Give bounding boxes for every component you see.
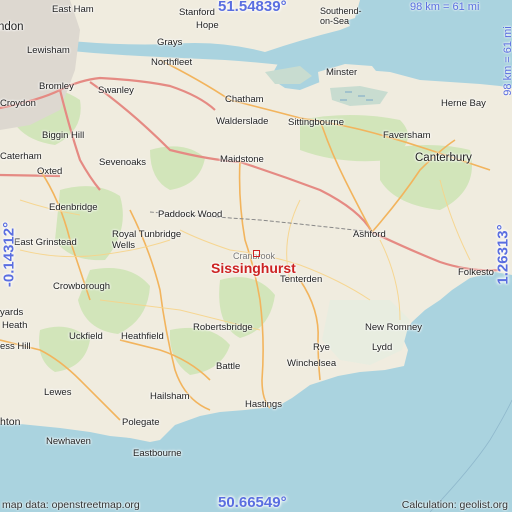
place-polegate: Polegate bbox=[122, 417, 160, 428]
scale-right-label: 98 km = 61 mi bbox=[502, 26, 512, 96]
target-place-label[interactable]: Sissinghurst bbox=[211, 260, 296, 276]
place-lewisham: Lewisham bbox=[27, 45, 70, 56]
latitude-top-label: 51.54839° bbox=[218, 0, 287, 15]
place-sittingbourne: Sittingbourne bbox=[288, 117, 344, 128]
place-oxted: Oxted bbox=[37, 166, 63, 177]
place-walderslade: Walderslade bbox=[216, 116, 269, 127]
place-hope: Hope bbox=[196, 20, 219, 31]
place-hastings: Hastings bbox=[245, 399, 282, 410]
place-burgess-hill: ess Hill bbox=[0, 341, 31, 352]
place-sevenoaks: Sevenoaks bbox=[99, 157, 147, 168]
place-folkestone: Folkesto bbox=[458, 267, 494, 278]
place-east-grinstead: East Grinstead bbox=[14, 237, 77, 248]
place-chatham: Chatham bbox=[225, 94, 264, 105]
scale-top-label: 98 km = 61 mi bbox=[410, 1, 480, 13]
place-grays: Grays bbox=[157, 37, 183, 48]
place-herne-bay: Herne Bay bbox=[441, 98, 486, 109]
place-winchelsea: Winchelsea bbox=[287, 358, 337, 369]
place-tenterden: Tenterden bbox=[280, 274, 323, 285]
location-marker-icon[interactable] bbox=[253, 250, 260, 257]
longitude-left-label: -0.14312° bbox=[0, 221, 18, 288]
place-edenbridge: Edenbridge bbox=[49, 202, 98, 213]
place-newhaven: Newhaven bbox=[46, 436, 91, 447]
place-lydd: Lydd bbox=[372, 342, 393, 353]
place-crowborough: Crowborough bbox=[53, 281, 111, 292]
place-ashford: Ashford bbox=[353, 229, 386, 240]
place-canterbury: Canterbury bbox=[415, 152, 472, 164]
place-caterham: Caterham bbox=[0, 151, 42, 162]
place-uckfield: Uckfield bbox=[69, 331, 103, 342]
place-battle: Battle bbox=[216, 361, 241, 372]
place-lewes: Lewes bbox=[44, 387, 72, 398]
longitude-right-label: 1.26313° bbox=[494, 224, 512, 285]
place-eastbourne: Eastbourne bbox=[133, 448, 182, 459]
place-northfleet: Northfleet bbox=[151, 57, 193, 68]
place-croydon: Croydon bbox=[0, 98, 36, 109]
place-faversham: Faversham bbox=[383, 130, 431, 141]
place-hailsham: Hailsham bbox=[150, 391, 190, 402]
place-royal-tunbridge-wells: Royal Tunbridge Wells bbox=[112, 229, 182, 251]
latitude-bottom-label: 50.66549° bbox=[218, 494, 287, 511]
place-stanford: Stanford bbox=[179, 7, 215, 18]
place-swanley: Swanley bbox=[98, 85, 134, 96]
map-viewport[interactable]: ndon East Ham Stanford Hope Southend- on… bbox=[0, 0, 512, 512]
place-maidstone: Maidstone bbox=[220, 154, 264, 165]
place-paddock-wood: Paddock Wood bbox=[158, 209, 223, 220]
place-minster: Minster bbox=[326, 67, 358, 78]
place-southend: Southend- on-Sea bbox=[320, 6, 362, 26]
place-rye: Rye bbox=[313, 342, 330, 353]
place-bromley: Bromley bbox=[39, 81, 74, 92]
place-london: ndon bbox=[0, 21, 24, 33]
place-heath: Heath bbox=[2, 320, 28, 331]
place-new-romney: New Romney bbox=[365, 322, 423, 333]
place-heathfield: Heathfield bbox=[121, 331, 164, 342]
place-haywards: yards bbox=[0, 307, 24, 318]
place-east-ham: East Ham bbox=[52, 4, 94, 15]
calculation-credit-text: Calculation: geolist.org bbox=[401, 499, 508, 511]
attribution-text: map data: openstreetmap.org bbox=[2, 499, 140, 511]
place-robertsbridge: Robertsbridge bbox=[193, 322, 253, 333]
place-biggin-hill: Biggin Hill bbox=[42, 130, 85, 141]
place-brighton: hton bbox=[0, 416, 21, 428]
